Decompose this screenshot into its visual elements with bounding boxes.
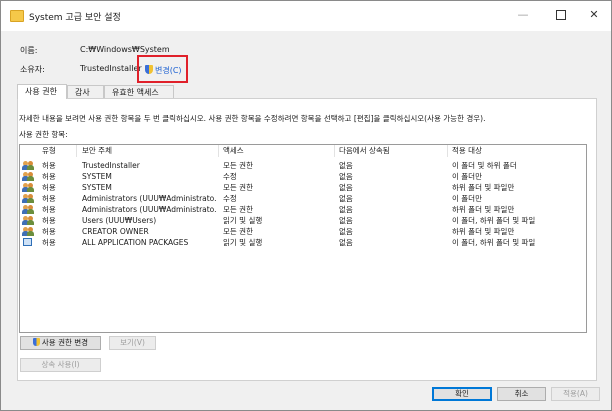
table-row[interactable]: 허용 Administrators (UUU₩Administrato... 수…: [20, 193, 586, 204]
principal-cell: TrustedInstaller: [82, 161, 140, 170]
users-icon: [22, 205, 34, 214]
table-row[interactable]: 허용 ALL APPLICATION PACKAGES 읽기 및 실행 없음 이…: [20, 237, 586, 248]
applies-cell: 이 폴더만: [452, 172, 482, 181]
advanced-security-window: System 고급 보안 설정 — ✕ 이름: C:₩Windows₩Syste…: [0, 0, 612, 411]
column-divider: [447, 145, 448, 157]
close-button[interactable]: ✕: [584, 7, 604, 23]
column-applies-to[interactable]: 적용 대상: [452, 145, 482, 157]
inherited-cell: 없음: [339, 227, 353, 236]
column-inherited-from[interactable]: 다음에서 상속됨: [339, 145, 390, 157]
table-row[interactable]: 허용 Administrators (UUU₩Administrato... 모…: [20, 204, 586, 215]
column-type[interactable]: 유형: [42, 145, 56, 157]
table-row[interactable]: 허용 TrustedInstaller 모든 권한 없음 이 폴더 및 하위 폴…: [20, 160, 586, 171]
principal-cell: ALL APPLICATION PACKAGES: [82, 238, 189, 247]
access-cell: 수정: [223, 172, 237, 181]
access-cell: 읽기 및 실행: [223, 216, 263, 225]
inherited-cell: 없음: [339, 205, 353, 214]
maximize-icon: [556, 10, 566, 20]
inherited-cell: 없음: [339, 238, 353, 247]
maximize-button[interactable]: [551, 7, 571, 23]
change-owner-link[interactable]: 변경(C): [137, 55, 188, 83]
name-value: C:₩Windows₩System: [80, 45, 170, 54]
table-row[interactable]: 허용 SYSTEM 수정 없음 이 폴더만: [20, 171, 586, 182]
users-icon: [22, 172, 34, 181]
applies-cell: 이 폴더 및 하위 폴더: [452, 161, 517, 170]
name-label: 이름:: [20, 46, 38, 55]
users-icon: [22, 194, 34, 203]
inherited-cell: 없음: [339, 183, 353, 192]
access-cell: 모든 권한: [223, 227, 253, 236]
users-icon: [22, 227, 34, 236]
access-cell: 읽기 및 실행: [223, 238, 263, 247]
applies-cell: 하위 폴더 및 파일만: [452, 205, 515, 214]
type-cell: 허용: [42, 172, 56, 181]
inherited-cell: 없음: [339, 216, 353, 225]
column-divider: [334, 145, 335, 157]
owner-value: TrustedInstaller: [80, 64, 142, 73]
access-cell: 모든 권한: [223, 183, 253, 192]
principal-cell: SYSTEM: [82, 172, 112, 181]
cancel-button[interactable]: 취소: [497, 387, 546, 401]
package-icon: [23, 238, 32, 246]
window-title: System 고급 보안 설정: [29, 13, 121, 23]
inherited-cell: 없음: [339, 172, 353, 181]
access-cell: 수정: [223, 194, 237, 203]
type-cell: 허용: [42, 238, 56, 247]
column-divider: [76, 145, 77, 157]
principal-cell: CREATOR OWNER: [82, 227, 149, 236]
inherited-cell: 없음: [339, 194, 353, 203]
column-divider: [218, 145, 219, 157]
uac-shield-icon: [32, 338, 40, 346]
change-permissions-label: 사용 권한 변경: [41, 338, 89, 347]
type-cell: 허용: [42, 216, 56, 225]
permission-entries-label: 사용 권한 항목:: [19, 130, 68, 139]
ok-button[interactable]: 확인: [432, 387, 492, 401]
applies-cell: 이 폴더, 하위 폴더 및 파일: [452, 238, 536, 247]
owner-label: 소유자:: [20, 65, 45, 74]
tab-auditing[interactable]: 감사: [67, 85, 104, 98]
applies-cell: 이 폴더, 하위 폴더 및 파일: [452, 216, 536, 225]
uac-shield-icon: [145, 65, 153, 74]
access-cell: 모든 권한: [223, 161, 253, 170]
type-cell: 허용: [42, 227, 56, 236]
type-cell: 허용: [42, 194, 56, 203]
principal-cell: Administrators (UUU₩Administrato...: [82, 205, 216, 214]
folder-icon: [10, 10, 24, 22]
column-access[interactable]: 액세스: [223, 145, 244, 157]
table-row[interactable]: 허용 Users (UUU₩Users) 읽기 및 실행 없음 이 폴더, 하위…: [20, 215, 586, 226]
type-cell: 허용: [42, 161, 56, 170]
tab-permissions[interactable]: 사용 권한: [17, 84, 67, 99]
inherited-cell: 없음: [339, 161, 353, 170]
principal-cell: Users (UUU₩Users): [82, 216, 157, 225]
view-button[interactable]: 보기(V): [109, 336, 156, 350]
description-text: 자세한 내용을 보려면 사용 권한 항목을 두 번 클릭하십시오. 사용 권한 …: [19, 114, 486, 123]
applies-cell: 하위 폴더 및 파일만: [452, 183, 515, 192]
tab-effective-access[interactable]: 유효한 액세스: [104, 85, 174, 98]
enable-inheritance-button[interactable]: 상속 사용(I): [20, 358, 101, 372]
change-owner-label: 변경(C): [155, 66, 182, 75]
type-cell: 허용: [42, 183, 56, 192]
users-icon: [22, 183, 34, 192]
users-icon: [22, 216, 34, 225]
type-cell: 허용: [42, 205, 56, 214]
applies-cell: 하위 폴더 및 파일만: [452, 227, 515, 236]
apply-button[interactable]: 적용(A): [551, 387, 600, 401]
minimize-button[interactable]: —: [513, 7, 533, 23]
access-cell: 모든 권한: [223, 205, 253, 214]
applies-cell: 이 폴더만: [452, 194, 482, 203]
title-bar: System 고급 보안 설정 — ✕: [1, 1, 611, 31]
principal-cell: SYSTEM: [82, 183, 112, 192]
principal-cell: Administrators (UUU₩Administrato...: [82, 194, 216, 203]
table-row[interactable]: 허용 SYSTEM 모든 권한 없음 하위 폴더 및 파일만: [20, 182, 586, 193]
column-principal[interactable]: 보안 주체: [82, 145, 112, 157]
table-row[interactable]: 허용 CREATOR OWNER 모든 권한 없음 하위 폴더 및 파일만: [20, 226, 586, 237]
permission-entries-list[interactable]: 유형 보안 주체 액세스 다음에서 상속됨 적용 대상 허용 TrustedIn…: [19, 144, 587, 333]
users-icon: [22, 161, 34, 170]
change-permissions-button[interactable]: 사용 권한 변경: [20, 336, 101, 350]
